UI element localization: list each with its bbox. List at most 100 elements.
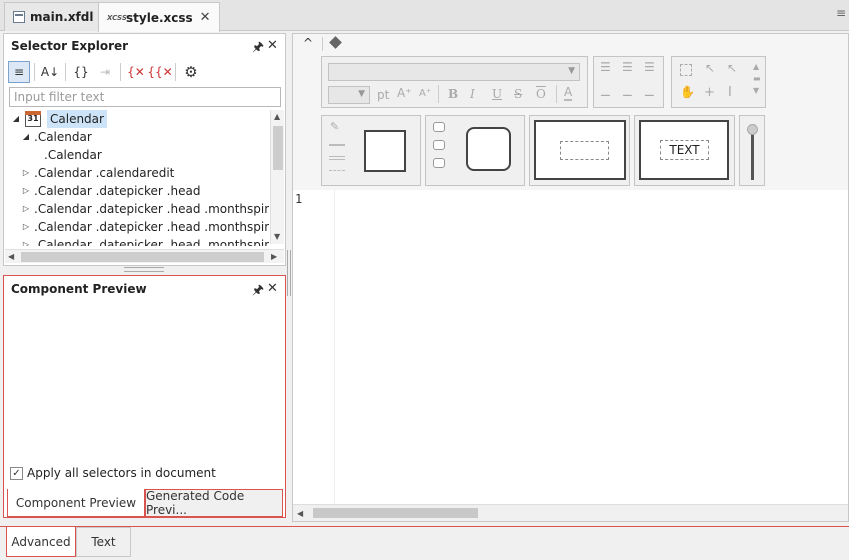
tree-item[interactable]: ▷ .Calendar .datepicker .head .monthspin … <box>5 218 269 236</box>
tab-advanced[interactable]: Advanced <box>6 527 76 557</box>
settings-gear-icon[interactable]: ⚙ <box>180 61 202 83</box>
collapsed-arrow-icon[interactable]: ▷ <box>21 218 31 236</box>
expanded-arrow-icon[interactable]: ◢ <box>11 110 21 128</box>
scroll-left-icon[interactable]: ◀ <box>297 509 303 518</box>
tree-item-label: .Calendar .calendaredit <box>34 166 175 180</box>
decrease-font-icon[interactable]: A⁺ <box>419 88 431 99</box>
preview-canvas <box>4 300 285 462</box>
tab-text[interactable]: Text <box>76 527 131 557</box>
tree-item-label: .Calendar <box>44 148 102 162</box>
diamond-icon[interactable] <box>329 36 342 49</box>
slider-thumb[interactable] <box>747 124 758 135</box>
tree-item-label: .Calendar .datepicker .head .monthspin <box>34 202 269 216</box>
filter-input[interactable] <box>9 87 281 107</box>
tree-item-label: .Calendar <box>34 130 92 144</box>
font-family-select[interactable]: ▼ <box>328 63 580 81</box>
tree-item[interactable]: ▷ .Calendar .calendaredit <box>5 164 269 182</box>
apply-all-selectors-checkbox[interactable]: ✓ Apply all selectors in document <box>10 466 216 480</box>
border-solid-icon[interactable] <box>329 144 345 146</box>
editor-splitter-handle[interactable] <box>287 250 291 296</box>
tree-item[interactable]: ▷ .Calendar .datepicker .head .monthspin … <box>5 236 269 246</box>
scroll-thumb[interactable] <box>313 508 478 518</box>
align-right-icon[interactable]: ☰ <box>644 60 655 74</box>
delete-selector-icon[interactable]: {✕ <box>125 61 147 83</box>
close-icon[interactable]: ✕ <box>267 281 278 296</box>
close-icon[interactable]: ✕ <box>200 10 211 25</box>
font-color-icon[interactable]: A <box>564 85 573 101</box>
text-cursor-icon[interactable]: I <box>728 85 732 100</box>
arrow-cursor-icon[interactable]: ↖ <box>727 61 737 75</box>
overline-button[interactable]: O <box>536 87 546 101</box>
border-preview-box[interactable] <box>364 130 406 172</box>
form-file-icon <box>13 11 25 23</box>
view-menu-icon[interactable]: ≡ <box>836 6 846 20</box>
border-double-icon[interactable] <box>329 156 345 160</box>
radius-top-left-icon[interactable] <box>433 122 445 132</box>
close-icon[interactable]: ✕ <box>267 38 278 53</box>
collapsed-arrow-icon[interactable]: ▷ <box>21 182 31 200</box>
tree-item-label: .Calendar .datepicker .head <box>34 184 201 198</box>
editor-horizontal-scrollbar[interactable]: ◀ <box>293 504 848 521</box>
tab-component-preview[interactable]: Component Preview <box>7 489 145 517</box>
bold-button[interactable]: B <box>448 87 458 101</box>
increase-font-icon[interactable]: A⁺ <box>397 86 412 100</box>
selection-rect-icon[interactable] <box>680 64 692 76</box>
font-size-select[interactable]: ▼ <box>328 86 370 104</box>
tree-item-label: Calendar <box>47 110 107 128</box>
radius-bottom-icon[interactable] <box>433 158 445 168</box>
tree-vertical-scrollbar[interactable]: ▲ ▼ <box>270 110 284 244</box>
scroll-right-icon[interactable]: ▶ <box>271 252 277 261</box>
style-list-icon[interactable]: ≡ <box>8 61 30 83</box>
tree-item[interactable]: ◢ .Calendar <box>5 128 269 146</box>
tree-item[interactable]: ▷ .Calendar .datepicker .head <box>5 182 269 200</box>
collapsed-arrow-icon[interactable]: ▷ <box>21 164 31 182</box>
valign-top-icon[interactable]: ⚊ <box>600 85 611 99</box>
align-center-icon[interactable]: ☰ <box>622 60 633 74</box>
sort-az-icon[interactable]: A↓ <box>39 61 61 83</box>
text-align-group: ☰ ☰ ☰ ⚊ ⚊ ⚊ <box>593 56 664 108</box>
delete-all-icon[interactable]: {{✕ <box>147 61 172 83</box>
scroll-up-icon[interactable]: ▲ <box>274 112 280 121</box>
italic-button[interactable]: I <box>470 87 475 101</box>
panel-title: Component Preview <box>11 282 147 296</box>
valign-bottom-icon[interactable]: ⚊ <box>644 85 655 99</box>
scroll-left-icon[interactable]: ◀ <box>8 252 14 261</box>
scroll-thumb[interactable] <box>21 252 264 262</box>
crosshair-cursor-icon[interactable]: + <box>704 85 715 100</box>
text-preview-box[interactable]: TEXT <box>639 120 729 180</box>
xcss-file-icon: XCSS <box>107 13 127 22</box>
tree-item[interactable]: .Calendar <box>5 146 269 164</box>
expanded-arrow-icon[interactable]: ◢ <box>21 128 31 146</box>
chevron-down-icon: ▼ <box>358 89 365 99</box>
pencil-icon[interactable]: ✎ <box>330 120 339 133</box>
radius-all-icon[interactable] <box>433 140 445 150</box>
padding-preview-box[interactable] <box>534 120 626 180</box>
cursor-scroll-icon[interactable]: ▲ ▬ ▼ <box>753 61 761 97</box>
scroll-down-icon[interactable]: ▼ <box>274 232 280 241</box>
add-selector-icon[interactable]: {} <box>70 61 92 83</box>
toolbar-divider <box>34 63 35 81</box>
panel-title: Selector Explorer <box>11 39 129 53</box>
tab-style-xcss[interactable]: XCSS style.xcss ✕ <box>98 2 220 32</box>
align-left-icon[interactable]: ☰ <box>600 60 611 74</box>
underline-button[interactable]: U <box>492 87 502 101</box>
tree-item[interactable]: ◢ 31 Calendar <box>5 110 269 128</box>
valign-middle-icon[interactable]: ⚊ <box>622 85 633 99</box>
hand-cursor-icon[interactable]: ✋ <box>680 85 695 99</box>
radius-preview-box[interactable] <box>466 127 511 171</box>
code-editor[interactable]: 1 <box>293 190 848 504</box>
pin-icon[interactable]: 🖈 <box>252 38 264 60</box>
strikethrough-button[interactable]: S <box>514 87 522 101</box>
border-dashed-icon[interactable] <box>329 170 345 171</box>
checkbox-check-icon[interactable]: ✓ <box>10 466 23 480</box>
tab-generated-code-preview[interactable]: Generated Code Previ... <box>145 489 283 517</box>
tree-item[interactable]: ▷ .Calendar .datepicker .head .monthspin <box>5 200 269 218</box>
collapsed-arrow-icon[interactable]: ▷ <box>21 200 31 218</box>
panel-splitter-handle[interactable] <box>124 267 164 272</box>
add-child-icon[interactable]: ⇥ <box>94 61 116 83</box>
collapse-chevron-icon[interactable]: ^ <box>303 36 313 50</box>
scroll-thumb[interactable] <box>273 126 283 170</box>
pointer-cursor-icon[interactable]: ↖ <box>705 61 715 75</box>
collapsed-arrow-icon[interactable]: ▷ <box>21 236 31 246</box>
tree-horizontal-scrollbar[interactable]: ◀ ▶ <box>5 249 284 263</box>
